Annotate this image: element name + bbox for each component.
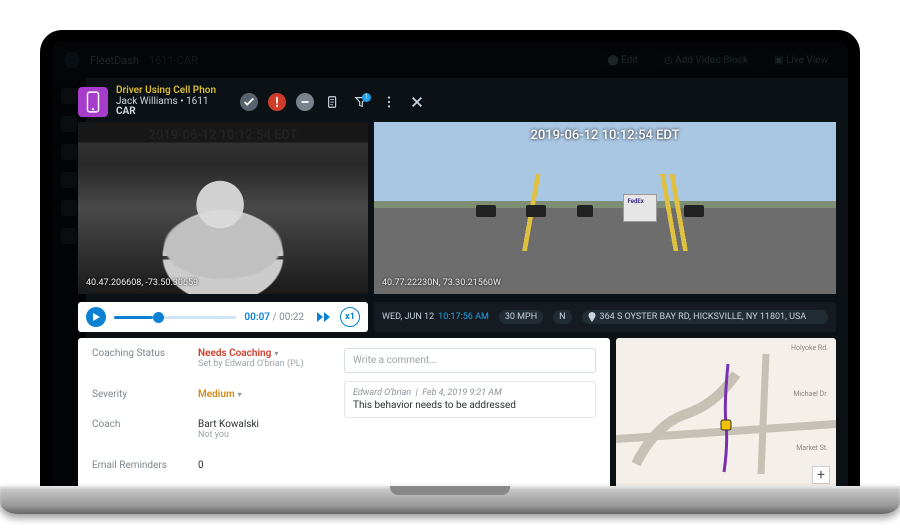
more-icon[interactable] [380, 93, 398, 111]
severity-label: Severity [92, 389, 182, 410]
cabin-timestamp: 2019-06-12 10:12:54 EDT [148, 128, 297, 143]
coach-label: Coach [92, 419, 182, 450]
video-row: 2019-06-12 10:12:54 EDT 40.47.206608, -7… [78, 122, 836, 332]
flag-button[interactable] [268, 93, 286, 111]
filter-icon[interactable]: 1 [352, 93, 370, 111]
phone-icon [78, 87, 108, 117]
filter-badge: 1 [362, 93, 371, 102]
road-video[interactable]: 2019-06-12 10:12:54 EDT 40.77.22230N, 73… [374, 122, 836, 294]
play-button[interactable] [86, 307, 106, 327]
map-panel[interactable]: Holyoke Rd. Market St. Michael Dr. + [616, 338, 836, 490]
bottom-row: Coaching Status Needs Coaching▾ Set by E… [78, 338, 836, 490]
map-svg [616, 338, 836, 490]
severity-value[interactable]: Medium▾ [198, 389, 328, 410]
event-overlay: Driver Using Cell Phon Jack Williams • 1… [78, 82, 836, 490]
zoom-in-button[interactable]: + [812, 466, 830, 484]
mark-reviewed-button[interactable] [240, 93, 258, 111]
vehicle: CAR [116, 106, 136, 117]
comment-time: Feb 4, 2019 9:21 AM [422, 388, 502, 398]
event-title-block: Driver Using Cell Phon Jack Williams • 1… [116, 86, 216, 118]
laptop-frame: FleetDash 1611-CAR ⬤ Edit ◴ Add Video Bl… [40, 30, 860, 500]
speed-button[interactable]: x1 [340, 307, 360, 327]
driver-id: 1611 [186, 96, 208, 107]
reminders-label: Email Reminders [92, 460, 182, 481]
road-timestamp: 2019-06-12 10:12:54 EDT [530, 128, 679, 143]
dismiss-button[interactable] [296, 93, 314, 111]
speed-chip: 30 MPH [499, 310, 543, 324]
comment-card: Edward O'brian | Feb 4, 2019 9:21 AM Thi… [344, 381, 596, 418]
comment-author: Edward O'brian [353, 388, 411, 398]
comment-input[interactable]: Write a comment... [344, 348, 596, 373]
coach-value: Bart Kowalski Not you [198, 419, 328, 450]
scrubber[interactable] [114, 316, 236, 319]
driver-name: Jack Williams [116, 96, 178, 107]
street-label: Holyoke Rd. [791, 344, 828, 352]
road-gps: 40.77.22230N, 73.30.21560W [382, 278, 501, 288]
screen: FleetDash 1611-CAR ⬤ Edit ◴ Add Video Bl… [52, 42, 848, 500]
coaching-status-label: Coaching Status [92, 348, 182, 379]
overlay-header: Driver Using Cell Phon Jack Williams • 1… [78, 82, 836, 122]
comment-body: This behavior needs to be addressed [353, 400, 587, 411]
timecode: 00:07 / 00:22 [244, 312, 304, 323]
comments-column: Write a comment... Edward O'brian | Feb … [344, 348, 596, 480]
street-label: Market St. [796, 444, 828, 452]
street-label: Michael Dr. [793, 390, 828, 398]
coaching-status-value[interactable]: Needs Coaching▾ Set by Edward O'brian (P… [198, 348, 328, 379]
skip-icon[interactable] [312, 307, 332, 327]
cabin-gps: 40.47.206608, -73.50.30659 [86, 278, 198, 288]
laptop-base [0, 486, 900, 514]
address-chip: 364 S OYSTER BAY RD, HICKSVILLE, NY 1180… [582, 310, 828, 324]
telemetry-bar: WED, JUN 1210:17:56 AM 30 MPH N 364 S OY… [374, 302, 836, 332]
chevron-down-icon: ▾ [238, 390, 242, 399]
truck-graphic [623, 194, 657, 222]
playback-bar: 00:07 / 00:22 x1 [78, 302, 368, 332]
detail-panel: Coaching Status Needs Coaching▾ Set by E… [78, 338, 610, 490]
document-icon[interactable] [324, 93, 342, 111]
overlay-toolbar: 1 [240, 93, 426, 111]
telemetry-datetime: WED, JUN 1210:17:56 AM [382, 312, 489, 322]
pin-icon [588, 312, 596, 322]
cabin-video[interactable]: 2019-06-12 10:12:54 EDT 40.47.206608, -7… [78, 122, 368, 294]
close-icon[interactable] [408, 93, 426, 111]
heading-chip: N [553, 310, 571, 324]
reminders-value: 0 [198, 460, 328, 481]
chevron-down-icon: ▾ [274, 349, 278, 358]
